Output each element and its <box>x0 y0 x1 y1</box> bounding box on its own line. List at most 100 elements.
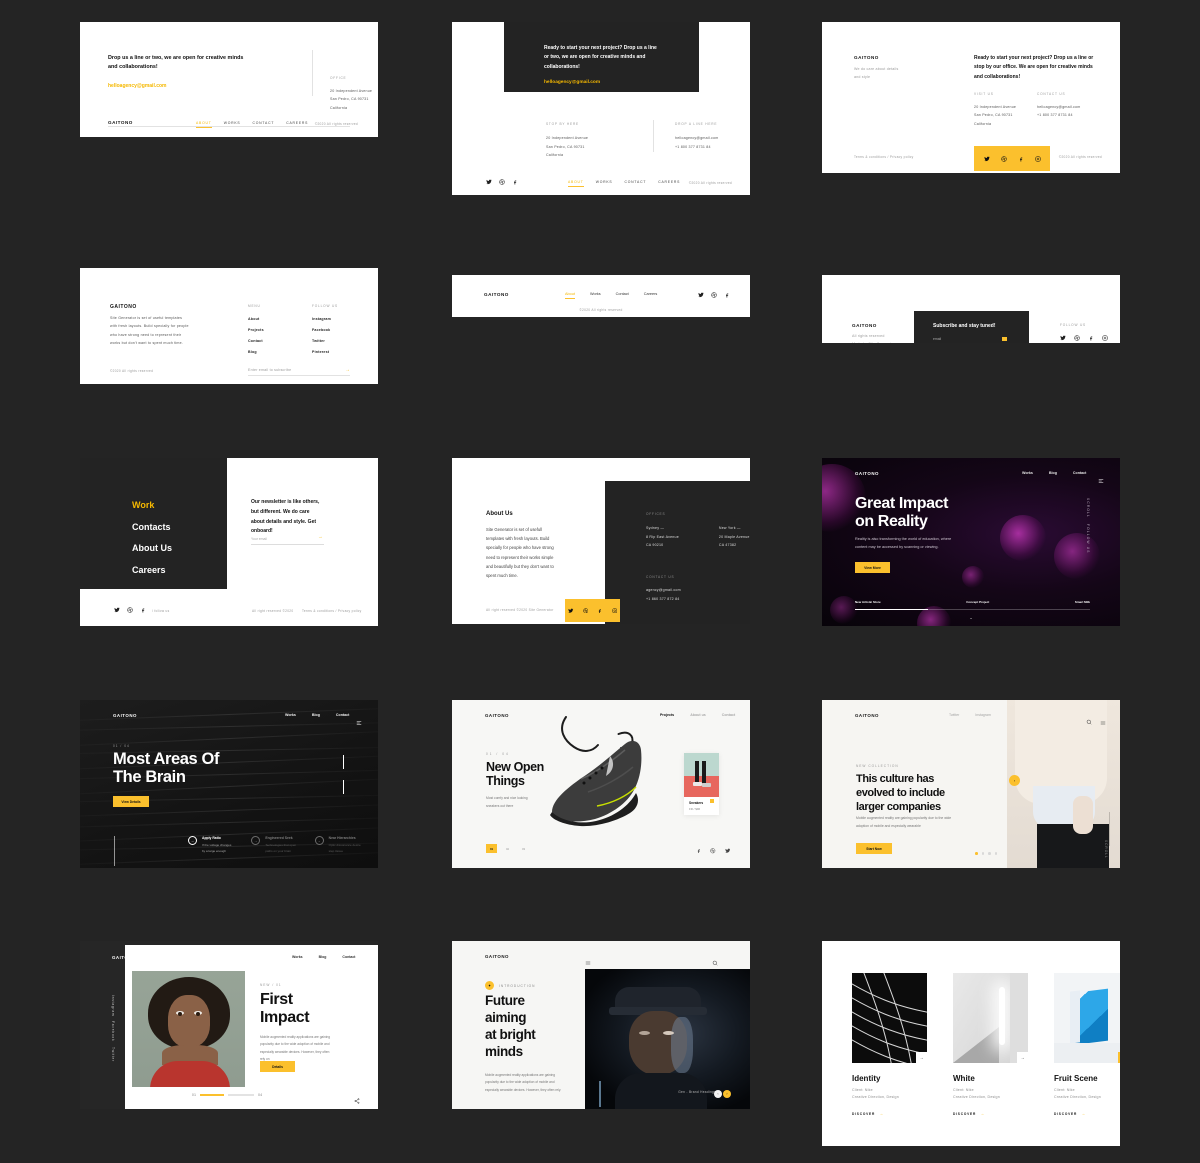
nav-blog[interactable]: Blog <box>319 955 327 959</box>
instagram-icon[interactable] <box>1035 156 1041 162</box>
footer-nav[interactable]: ABOUT WORKS CONTACT CAREERS <box>568 180 680 187</box>
menu-item-about[interactable]: About Us <box>132 538 172 560</box>
logo[interactable]: GAITONO <box>113 713 137 718</box>
menu-item-work[interactable]: Work <box>132 495 172 517</box>
contact-line[interactable]: agency@gmail.com <box>646 586 681 595</box>
social-bar[interactable] <box>565 599 620 622</box>
prev-button[interactable]: ‹ <box>714 1090 722 1098</box>
nav-twitter[interactable]: Twitter <box>949 713 959 717</box>
contact-line[interactable]: +1 800 377 8731 84 <box>675 143 718 152</box>
dribbble-icon[interactable] <box>127 607 133 613</box>
facebook-icon[interactable] <box>724 292 730 298</box>
card-hero-most-areas-of-the-brain[interactable]: GAITONO Works Blog Contact 01 / 04 Most … <box>80 700 378 868</box>
nav-works[interactable]: WORKS <box>596 180 613 187</box>
social-links[interactable] <box>696 848 731 854</box>
arrow-circle-icon[interactable]: → <box>314 836 324 845</box>
dot-3[interactable] <box>988 852 991 855</box>
social-links[interactable] <box>698 292 730 298</box>
dribbble-icon[interactable] <box>710 848 716 854</box>
facebook-icon[interactable] <box>512 179 518 185</box>
carousel-item-1[interactable]: New Artistic Store <box>855 600 881 604</box>
arrow-badge[interactable]: → <box>1118 1052 1120 1063</box>
details-button[interactable]: Details <box>260 1061 295 1072</box>
scroll-down-icon[interactable]: ⌄ <box>822 615 1120 620</box>
menu-item-about[interactable]: About <box>248 314 264 325</box>
follow-items[interactable]: Instagram Facebook Twitter Pinterest <box>312 314 338 359</box>
card-hero-great-impact[interactable]: GAITONO Works Blog Contact Great Impact … <box>822 458 1120 626</box>
arrow-icon[interactable]: → <box>879 1111 883 1116</box>
email-link[interactable]: helloagency@gmail.com <box>108 83 248 89</box>
nav-works[interactable]: WORKS <box>224 121 241 128</box>
discover-label[interactable]: DISCOVER <box>953 1112 976 1116</box>
nav-instagram[interactable]: Instagram <box>975 713 991 717</box>
card-about-split-footer[interactable]: OFFICES Sydney — 8 Rip East Avenue CA 90… <box>452 458 750 624</box>
card-portfolio-grid[interactable]: → Identity Client: Nike Creative Directi… <box>822 941 1120 1146</box>
feature-item[interactable]: → Near Hierarchies Optic dissonance desi… <box>314 836 362 855</box>
twitter-icon[interactable] <box>568 608 574 614</box>
contact-line[interactable]: helloagency@gmail.com <box>675 134 718 143</box>
carousel-item-2[interactable]: Concept Project <box>966 600 989 604</box>
logo[interactable]: GAITONO <box>110 304 137 310</box>
twitter-icon[interactable] <box>114 607 120 613</box>
navbar-links[interactable]: Works Blog Contact <box>285 713 349 717</box>
logo[interactable]: GAITONO <box>108 120 133 125</box>
hero-carousel[interactable]: New Artistic Store Concept Project Smart… <box>855 600 1090 610</box>
portfolio-link[interactable]: DISCOVER → <box>852 1111 927 1116</box>
social-twitter[interactable]: Twitter <box>312 336 338 347</box>
nav-contact[interactable]: CONTACT <box>253 121 275 128</box>
twitter-icon[interactable] <box>1060 335 1066 341</box>
dribbble-icon[interactable] <box>499 179 505 185</box>
arrow-badge[interactable]: → <box>1017 1052 1028 1063</box>
nav-about[interactable]: ABOUT <box>568 180 584 187</box>
contact-line[interactable]: +1 800 377 8731 84 <box>1037 111 1080 119</box>
dot-2[interactable] <box>981 852 984 855</box>
submit-button[interactable] <box>1002 337 1007 341</box>
card-simple-navbar[interactable]: GAITONO About Works Contact Careers ©202… <box>452 275 750 317</box>
card-subscribe-footer[interactable]: Subscribe and stay tuned! email GAITONO … <box>822 275 1120 343</box>
nav-blog[interactable]: Blog <box>1049 471 1057 475</box>
next-button[interactable]: › <box>723 1090 731 1098</box>
arrow-circle-icon[interactable]: → <box>251 836 261 845</box>
facebook-icon[interactable] <box>696 848 702 854</box>
side-twitter[interactable]: Twitter <box>111 1047 115 1062</box>
nav-about[interactable]: ABOUT <box>196 121 212 128</box>
menu-item-projects[interactable]: Projects <box>248 325 264 336</box>
menu-icon[interactable] <box>1100 713 1106 731</box>
navbar-links[interactable]: About Works Contact Careers <box>565 292 657 299</box>
card-contact-footer-dark-banner[interactable]: Ready to start your next project? Drop u… <box>452 22 750 195</box>
search-icon[interactable] <box>712 953 718 971</box>
nav-contact[interactable]: Contact <box>616 292 629 299</box>
dot-4[interactable] <box>994 852 997 855</box>
social-pinterest[interactable]: Pinterest <box>312 347 338 358</box>
nav-careers[interactable]: Careers <box>644 292 658 299</box>
facebook-icon[interactable] <box>140 607 146 613</box>
logo[interactable]: GAITONO <box>485 954 509 959</box>
discover-label[interactable]: DISCOVER <box>852 1112 875 1116</box>
nav-contact[interactable]: CONTACT <box>625 180 647 187</box>
card-hero-future-aiming-at-bright-minds[interactable]: GAITONO ✦ INTRODUCTION Future aiming at … <box>452 941 750 1109</box>
twitter-icon[interactable] <box>983 156 990 162</box>
start-now-button[interactable]: Start Now <box>856 843 892 854</box>
search-icon[interactable] <box>1086 712 1092 730</box>
menu-item-contacts[interactable]: Contacts <box>132 517 172 539</box>
product-card[interactable]: Sneakers FR / $96 <box>684 753 719 815</box>
portfolio-link[interactable]: DISCOVER → <box>953 1111 1028 1116</box>
facebook-icon[interactable] <box>1088 335 1094 341</box>
submit-arrow-icon[interactable]: → <box>318 534 323 539</box>
nav-about[interactable]: About us <box>690 713 706 717</box>
side-facebook[interactable]: Facebook <box>111 1021 115 1041</box>
portfolio-item[interactable]: → Identity Client: Nike Creative Directi… <box>852 973 927 1116</box>
contact-line[interactable]: +1 860 377 872 84 <box>646 595 681 604</box>
feature-item[interactable]: → Engineered Seek Technologies that open… <box>251 836 298 855</box>
logo[interactable]: GAITONO <box>852 323 877 328</box>
pagination-dots[interactable] <box>975 852 997 855</box>
nav-careers[interactable]: CAREERS <box>658 180 680 187</box>
logo[interactable]: GAITONO <box>855 713 879 718</box>
nav-about[interactable]: About <box>565 292 575 299</box>
logo[interactable]: GAITONO <box>484 292 509 297</box>
logo[interactable]: GAITONO <box>112 955 136 960</box>
social-instagram[interactable]: Instagram <box>312 314 338 325</box>
social-facebook[interactable]: Facebook <box>312 325 338 336</box>
share-icon[interactable] <box>354 1091 360 1109</box>
page-02[interactable]: 02 <box>502 844 513 853</box>
